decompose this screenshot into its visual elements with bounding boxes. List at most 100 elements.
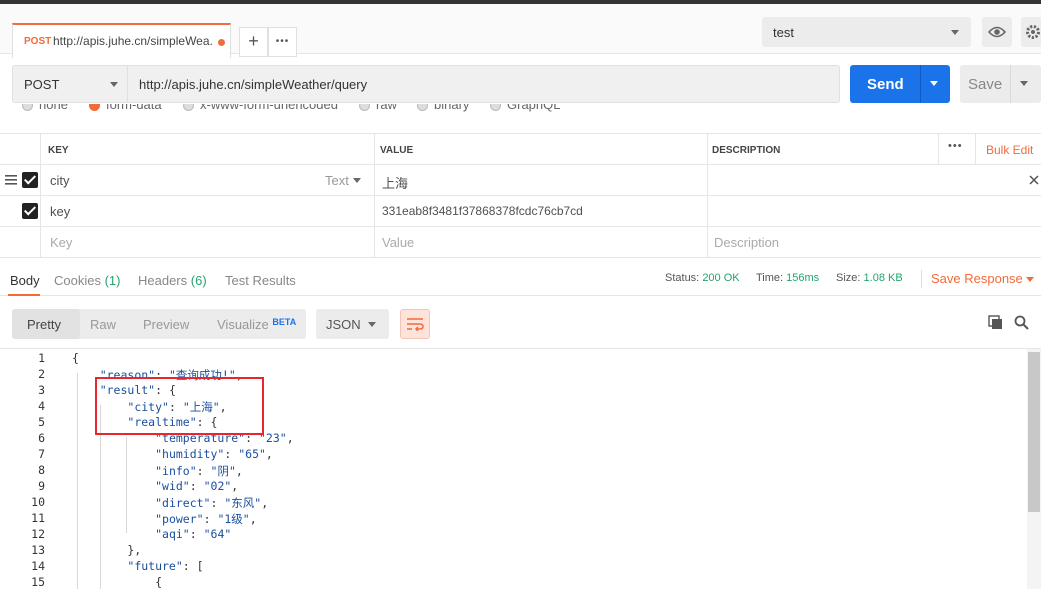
send-options-chevron-icon[interactable] bbox=[930, 81, 938, 86]
response-time: Time: 156ms bbox=[756, 272, 819, 284]
environment-settings-button[interactable] bbox=[1021, 17, 1041, 47]
method-select[interactable]: POST bbox=[12, 65, 128, 103]
copy-icon[interactable] bbox=[988, 315, 1003, 330]
line-number: 15 bbox=[31, 575, 45, 589]
view-preview-button[interactable]: Preview bbox=[143, 317, 189, 332]
save-options-chevron-icon[interactable] bbox=[1020, 81, 1028, 86]
environment-quick-look-button[interactable] bbox=[982, 17, 1012, 47]
search-icon[interactable] bbox=[1014, 315, 1029, 330]
new-description-input[interactable]: Description bbox=[714, 235, 779, 250]
time-label: Time: bbox=[756, 272, 784, 284]
radio-form-data[interactable]: form-data bbox=[89, 104, 162, 117]
bulk-edit-link[interactable]: Bulk Edit bbox=[986, 143, 1033, 157]
radio-graphql[interactable]: GraphQL bbox=[490, 104, 560, 117]
line-number: 11 bbox=[31, 511, 45, 525]
line-number: 1 bbox=[38, 351, 45, 365]
column-header-value: VALUE bbox=[380, 145, 414, 156]
new-tab-button[interactable]: + bbox=[239, 27, 268, 57]
url-input[interactable]: http://apis.juhe.cn/simpleWeather/query bbox=[127, 65, 840, 103]
code-line: "power": "1级", bbox=[155, 512, 257, 526]
send-divider bbox=[920, 65, 921, 103]
line-number: 10 bbox=[31, 495, 45, 509]
tab-label: Headers bbox=[138, 273, 188, 288]
column-header-key: KEY bbox=[48, 145, 69, 156]
param-type-select[interactable]: Text bbox=[325, 173, 349, 188]
radio-label: x-www-form-urlencoded bbox=[200, 104, 338, 112]
time-value: 156ms bbox=[786, 272, 820, 284]
line-number: 3 bbox=[38, 383, 45, 397]
line-number: 12 bbox=[31, 527, 45, 541]
save-divider bbox=[1010, 65, 1011, 103]
tab-headers[interactable]: Headers (6) bbox=[138, 273, 207, 288]
column-divider bbox=[40, 134, 41, 258]
row-enabled-checkbox[interactable] bbox=[22, 172, 38, 188]
tab-count: (6) bbox=[190, 273, 207, 288]
code-line: "future": [ bbox=[127, 559, 204, 573]
tab-body[interactable]: Body bbox=[10, 273, 40, 288]
drag-handle-icon[interactable] bbox=[5, 175, 17, 185]
beta-badge: BETA bbox=[272, 317, 297, 327]
param-type-label: Text bbox=[325, 173, 349, 188]
scrollbar-thumb[interactable] bbox=[1028, 352, 1040, 512]
code-line: "info": "阴", bbox=[155, 464, 243, 478]
line-number: 6 bbox=[38, 431, 45, 445]
param-value[interactable]: 331eab8f3481f37868378fcdc76cb7cd bbox=[382, 204, 583, 218]
new-value-input[interactable]: Value bbox=[382, 235, 414, 250]
param-key[interactable]: key bbox=[50, 204, 70, 219]
format-select[interactable]: JSON bbox=[316, 309, 389, 339]
code-line: }, bbox=[72, 543, 142, 557]
radio-raw[interactable]: raw bbox=[359, 104, 397, 117]
tab-label: Cookies bbox=[54, 273, 101, 288]
radio-icon bbox=[490, 104, 501, 112]
more-icon: ••• bbox=[275, 36, 290, 47]
line-number: 14 bbox=[31, 559, 45, 573]
tab-options-button[interactable]: ••• bbox=[268, 27, 297, 57]
radio-none[interactable]: none bbox=[22, 104, 68, 117]
request-tab[interactable]: POST http://apis.juhe.cn/simpleWea... bbox=[12, 23, 231, 58]
more-options-icon[interactable]: ••• bbox=[948, 140, 963, 152]
chevron-down-icon bbox=[951, 30, 959, 35]
view-visualize-button[interactable]: Visualize BETA bbox=[217, 317, 296, 332]
wrap-lines-icon bbox=[407, 318, 424, 331]
radio-icon bbox=[22, 104, 33, 112]
param-value[interactable]: 上海 bbox=[382, 173, 408, 192]
close-icon[interactable] bbox=[1029, 175, 1039, 185]
table-header-row: KEY VALUE DESCRIPTION ••• Bulk Edit bbox=[0, 134, 1041, 165]
size-value: 1.08 KB bbox=[863, 272, 903, 284]
radio-label: none bbox=[39, 104, 68, 112]
radio-label: form-data bbox=[106, 104, 162, 112]
chevron-down-icon[interactable] bbox=[1026, 277, 1034, 282]
table-row: key 331eab8f3481f37868378fcdc76cb7cd bbox=[0, 196, 1041, 227]
radio-binary[interactable]: binary bbox=[417, 104, 469, 117]
save-button[interactable]: Save bbox=[960, 65, 1041, 103]
code-line: "wid": "02", bbox=[155, 479, 239, 493]
code-line: { bbox=[72, 351, 79, 365]
response-view-switcher: Pretty Raw Preview Visualize BETA bbox=[12, 309, 306, 339]
tab-bar: POST http://apis.juhe.cn/simpleWea... + … bbox=[0, 4, 1041, 58]
column-divider bbox=[938, 134, 939, 165]
radio-urlencoded[interactable]: x-www-form-urlencoded bbox=[183, 104, 338, 117]
visualize-label: Visualize bbox=[217, 317, 269, 332]
chevron-down-icon bbox=[368, 322, 376, 327]
radio-icon bbox=[359, 104, 370, 112]
view-raw-button[interactable]: Raw bbox=[90, 317, 116, 332]
view-pretty-button[interactable]: Pretty bbox=[27, 317, 61, 332]
line-number: 2 bbox=[38, 367, 45, 381]
code-line: { bbox=[72, 575, 163, 589]
tab-cookies[interactable]: Cookies (1) bbox=[54, 273, 120, 288]
row-enabled-checkbox[interactable] bbox=[22, 203, 38, 219]
method-label: POST bbox=[24, 77, 60, 92]
param-key[interactable]: city bbox=[50, 173, 70, 188]
annotation-highlight-box bbox=[95, 377, 264, 435]
tab-test-results[interactable]: Test Results bbox=[225, 273, 296, 288]
column-divider bbox=[374, 134, 375, 258]
table-row-new: Key Value Description bbox=[0, 227, 1041, 258]
line-number: 4 bbox=[38, 399, 45, 413]
environment-select[interactable]: test bbox=[762, 17, 971, 47]
new-key-input[interactable]: Key bbox=[50, 235, 72, 250]
chevron-down-icon bbox=[110, 82, 118, 87]
column-header-description: DESCRIPTION bbox=[712, 145, 781, 156]
send-button[interactable]: Send bbox=[850, 65, 950, 103]
save-response-button[interactable]: Save Response bbox=[931, 271, 1023, 286]
wrap-lines-button[interactable] bbox=[400, 309, 430, 339]
